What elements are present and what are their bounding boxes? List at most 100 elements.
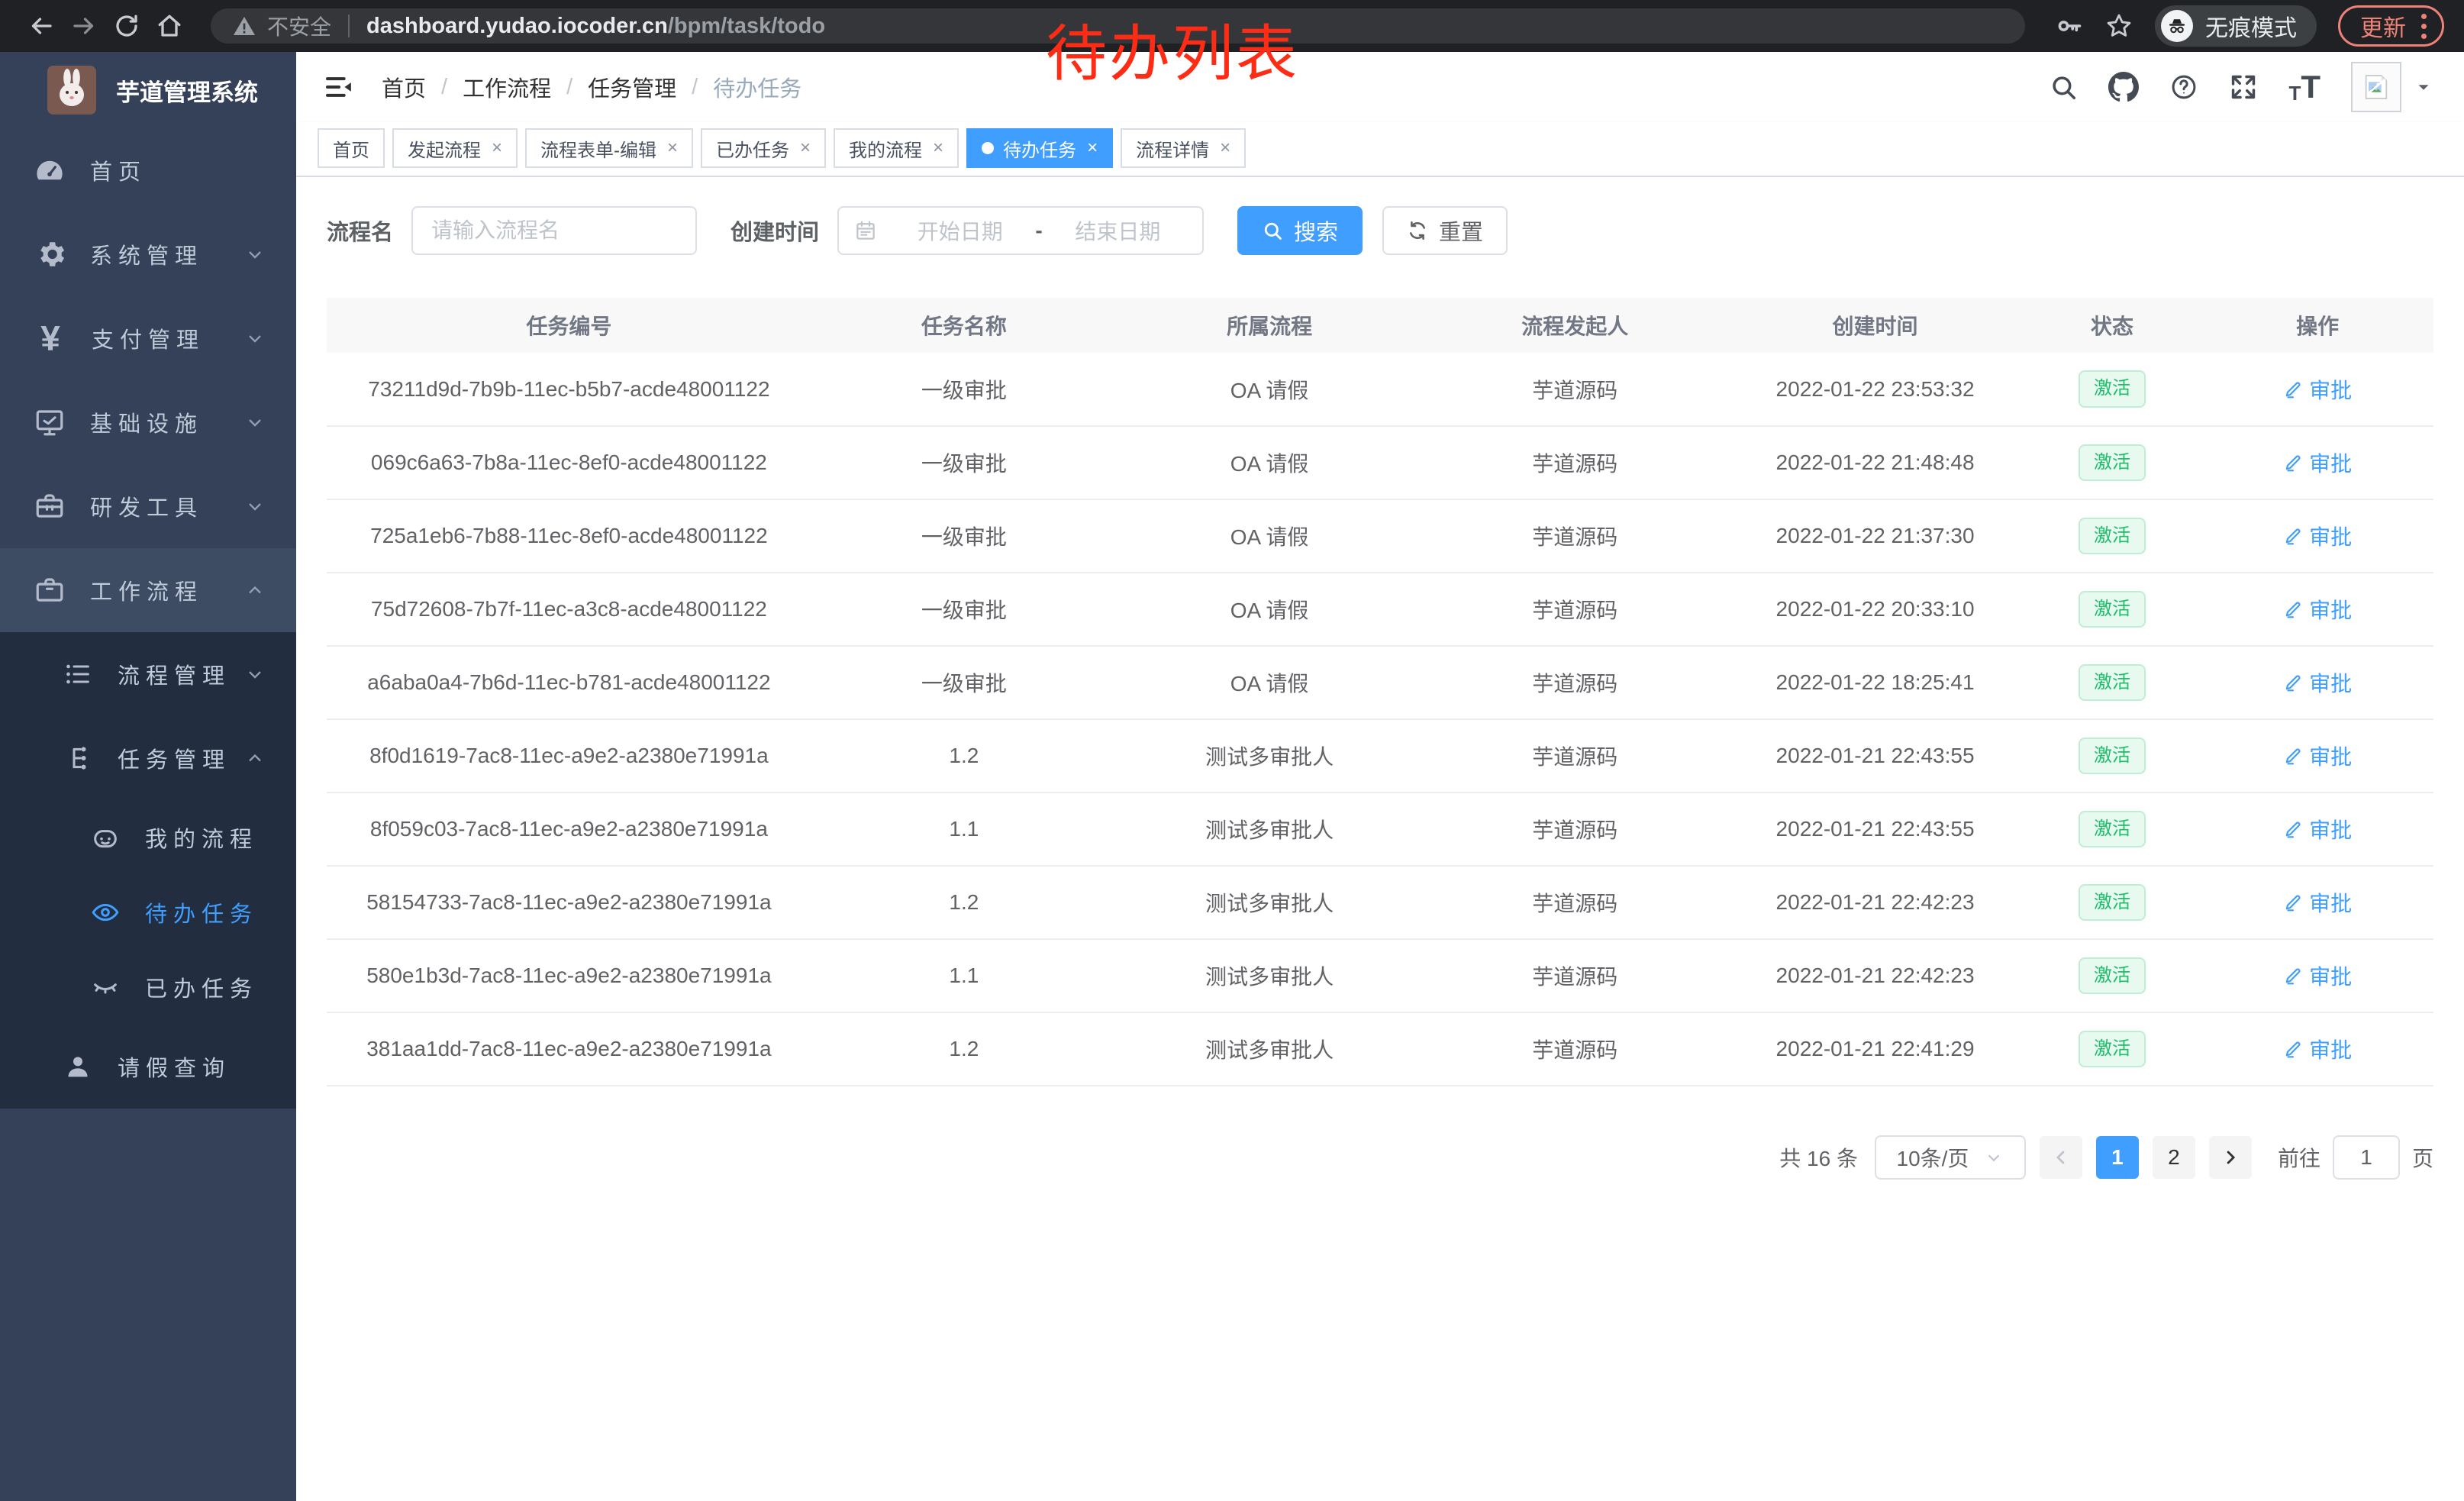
approve-button[interactable]: 审批 — [2283, 667, 2352, 698]
sidebar-item-devtools[interactable]: 研发工具 — [0, 464, 296, 548]
cell-actions: 审批 — [2201, 426, 2433, 499]
github-icon[interactable] — [2108, 72, 2139, 102]
approve-button[interactable]: 审批 — [2283, 521, 2352, 551]
sidebar-item-home[interactable]: 首页 — [0, 128, 296, 212]
cell-time: 2022-01-21 22:42:23 — [1727, 939, 2022, 1012]
edit-icon — [2283, 966, 2303, 986]
url-divider — [348, 15, 350, 37]
edit-icon — [2283, 893, 2303, 912]
reset-button[interactable]: 重置 — [1382, 206, 1508, 255]
sidebar-item-payment[interactable]: ¥ 支付管理 — [0, 296, 296, 380]
approve-button[interactable]: 审批 — [2283, 374, 2352, 405]
page-size-select[interactable]: 10条/页 — [1875, 1135, 2026, 1180]
breadcrumb-home[interactable]: 首页 — [382, 71, 426, 103]
close-icon[interactable]: × — [1220, 139, 1230, 157]
chevron-up-icon — [244, 747, 266, 769]
app-logo[interactable]: 芋道管理系统 — [0, 52, 296, 128]
cell-status: 激活 — [2023, 719, 2202, 792]
cell-status: 激活 — [2023, 939, 2202, 1012]
date-range-picker[interactable]: 开始日期 - 结束日期 — [837, 206, 1204, 255]
fullscreen-icon[interactable] — [2229, 73, 2258, 102]
logo-image — [47, 66, 96, 115]
approve-button[interactable]: 审批 — [2283, 594, 2352, 625]
approve-button[interactable]: 审批 — [2283, 447, 2352, 478]
tab-6[interactable]: 流程详情× — [1121, 128, 1246, 168]
table-row: a6aba0a4-7b6d-11ec-b781-acde48001122一级审批… — [327, 646, 2433, 719]
cell-time: 2022-01-22 18:25:41 — [1727, 646, 2022, 719]
tab-label: 首页 — [333, 135, 369, 162]
breadcrumb-workflow[interactable]: 工作流程 — [463, 71, 551, 103]
tab-2[interactable]: 流程表单-编辑× — [525, 128, 693, 168]
prev-page-button[interactable] — [2040, 1136, 2082, 1179]
cell-status: 激活 — [2023, 646, 2202, 719]
breadcrumb-task-mgmt[interactable]: 任务管理 — [588, 71, 676, 103]
cell-name: 一级审批 — [811, 353, 1117, 426]
cell-actions: 审批 — [2201, 353, 2433, 426]
sidebar-item-leave-query[interactable]: 请假查询 — [0, 1025, 296, 1109]
tab-5[interactable]: 待办任务× — [966, 128, 1113, 168]
close-icon[interactable]: × — [667, 139, 678, 157]
url-bar[interactable]: 不安全 dashboard.yudao.iocoder.cn/bpm/task/… — [211, 8, 2025, 44]
cell-status: 激活 — [2023, 426, 2202, 499]
reload-icon[interactable] — [105, 5, 148, 47]
tab-1[interactable]: 发起流程× — [392, 128, 518, 168]
cell-actions: 审批 — [2201, 499, 2433, 573]
help-icon[interactable] — [2169, 73, 2198, 102]
sidebar-item-todo-tasks[interactable]: 待办任务 — [0, 875, 296, 950]
edit-icon — [2283, 819, 2303, 839]
cell-actions: 审批 — [2201, 866, 2433, 939]
tab-4[interactable]: 我的流程× — [834, 128, 959, 168]
page-button-2[interactable]: 2 — [2153, 1136, 2195, 1179]
cell-time: 2022-01-21 22:43:55 — [1727, 792, 2022, 866]
sidebar-item-done-tasks[interactable]: 已办任务 — [0, 950, 296, 1025]
sidebar-item-task-mgmt[interactable]: 任务管理 — [0, 716, 296, 800]
tab-0[interactable]: 首页 — [318, 128, 385, 168]
forward-icon[interactable] — [63, 5, 105, 47]
star-icon[interactable] — [2104, 11, 2133, 40]
create-time-label: 创建时间 — [730, 215, 819, 247]
update-button[interactable]: 更新 — [2338, 5, 2444, 47]
avatar[interactable] — [2351, 62, 2401, 112]
page-button-1[interactable]: 1 — [2096, 1136, 2139, 1179]
approve-button[interactable]: 审批 — [2283, 814, 2352, 844]
sidebar-item-system[interactable]: 系统管理 — [0, 212, 296, 296]
approve-button[interactable]: 审批 — [2283, 887, 2352, 918]
search-icon[interactable] — [2049, 73, 2078, 102]
key-icon[interactable] — [2056, 12, 2083, 40]
page-suffix: 页 — [2412, 1142, 2433, 1173]
approve-button[interactable]: 审批 — [2283, 960, 2352, 991]
browser-menu-icon[interactable] — [2421, 14, 2427, 39]
cell-id: 381aa1dd-7ac8-11ec-a9e2-a2380e71991a — [327, 1012, 811, 1086]
sidebar-item-workflow[interactable]: 工作流程 — [0, 548, 296, 632]
goto-page-input[interactable] — [2333, 1135, 2400, 1180]
home-icon[interactable] — [148, 5, 191, 47]
close-icon[interactable]: × — [933, 139, 943, 157]
close-icon[interactable]: × — [800, 139, 811, 157]
approve-button[interactable]: 审批 — [2283, 741, 2352, 771]
table-row: 73211d9d-7b9b-11ec-b5b7-acde48001122一级审批… — [327, 353, 2433, 426]
chevron-down-icon — [244, 244, 266, 265]
cell-flow: 测试多审批人 — [1117, 792, 1422, 866]
next-page-button[interactable] — [2209, 1136, 2252, 1179]
font-size-icon[interactable]: TT — [2288, 71, 2320, 103]
status-badge: 激活 — [2079, 884, 2146, 922]
sidebar-item-my-process[interactable]: 我的流程 — [0, 800, 296, 875]
close-icon[interactable]: × — [492, 139, 502, 157]
cell-starter: 芋道源码 — [1422, 1012, 1727, 1086]
sidebar-item-process-mgmt[interactable]: 流程管理 — [0, 632, 296, 716]
table-header-row: 任务编号 任务名称 所属流程 流程发起人 创建时间 状态 操作 — [327, 298, 2433, 353]
back-icon[interactable] — [20, 5, 63, 47]
tab-3[interactable]: 已办任务× — [701, 128, 826, 168]
close-icon[interactable]: × — [1087, 139, 1098, 157]
cell-time: 2022-01-22 20:33:10 — [1727, 573, 2022, 646]
cell-name: 一级审批 — [811, 426, 1117, 499]
range-separator: - — [1029, 218, 1048, 243]
dashboard-icon — [34, 154, 66, 186]
warning-icon[interactable] — [232, 14, 256, 38]
hamburger-icon[interactable] — [324, 72, 354, 102]
process-name-input[interactable] — [411, 206, 697, 255]
sidebar-item-infra[interactable]: 基础设施 — [0, 380, 296, 464]
user-menu[interactable] — [2351, 62, 2433, 112]
search-button[interactable]: 搜索 — [1237, 206, 1363, 255]
approve-button[interactable]: 审批 — [2283, 1034, 2352, 1064]
